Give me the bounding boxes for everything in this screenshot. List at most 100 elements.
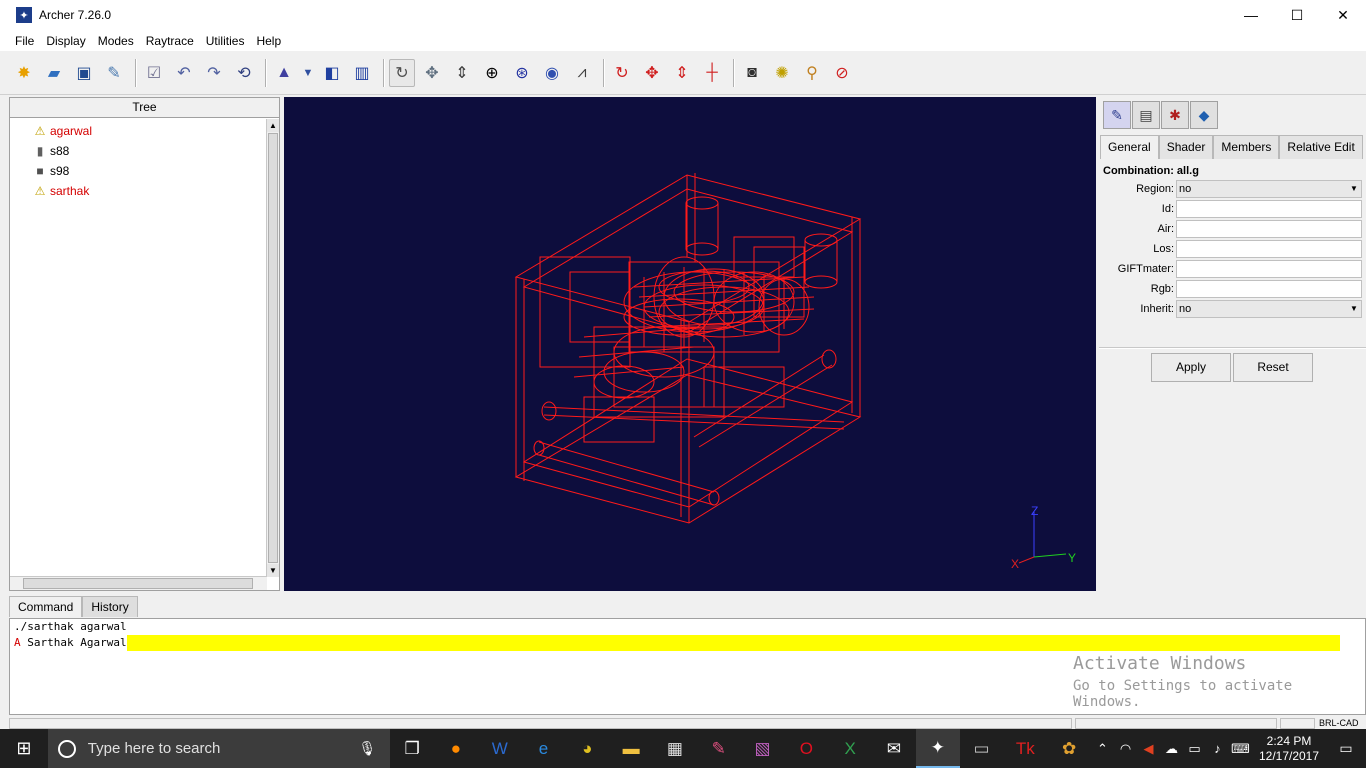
tab-command[interactable]: Command: [9, 596, 83, 617]
tree-item-s88[interactable]: ▮ s88: [10, 141, 267, 161]
word-icon[interactable]: W: [478, 729, 522, 768]
zoom-view-icon[interactable]: ⊛: [509, 59, 535, 87]
file-explorer-icon[interactable]: ▬: [609, 729, 653, 768]
keyboard-icon[interactable]: ⌨: [1229, 741, 1252, 757]
y-axis-label: Y: [1068, 551, 1076, 565]
check-icon[interactable]: ☑: [141, 59, 167, 87]
notes-icon[interactable]: ▧: [741, 729, 785, 768]
status-bar: BRL-CAD: [0, 716, 1366, 729]
tree-item-s98[interactable]: ■ s98: [10, 161, 267, 181]
pdf-reader-icon[interactable]: ✎: [697, 729, 741, 768]
tcl-icon[interactable]: Tk: [1003, 729, 1047, 768]
abort-icon[interactable]: ⊘: [829, 59, 855, 87]
open-file-icon[interactable]: ▰: [41, 59, 67, 87]
scroll-thumb[interactable]: [268, 133, 278, 563]
opera-icon[interactable]: O: [784, 729, 828, 768]
tree-item-sarthak[interactable]: ⚠ sarthak: [10, 181, 267, 201]
raytrace-camera-icon[interactable]: ◙: [739, 59, 765, 87]
scroll-up-icon[interactable]: ▲: [267, 119, 279, 132]
task-view-icon[interactable]: ❐: [390, 729, 434, 768]
rotate-view-icon[interactable]: ↻: [389, 58, 415, 87]
undo-icon[interactable]: ↶: [171, 59, 197, 87]
menu-display[interactable]: Display: [40, 34, 91, 48]
scale-view-icon[interactable]: ⇕: [449, 59, 475, 87]
excel-icon[interactable]: X: [828, 729, 872, 768]
taskbar-search[interactable]: Type here to search 🎙: [47, 729, 391, 768]
inherit-select[interactable]: no ▼: [1176, 300, 1362, 318]
menu-utilities[interactable]: Utilities: [200, 34, 251, 48]
clock-time: 2:24 PM: [1266, 733, 1312, 748]
window-title: Archer 7.26.0: [39, 8, 112, 22]
raise-window-icon[interactable]: ◧: [319, 59, 345, 87]
maximize-button[interactable]: ☐: [1274, 0, 1320, 30]
new-file-icon[interactable]: ✸: [11, 59, 37, 87]
region-select[interactable]: no ▼: [1176, 180, 1362, 198]
scroll-thumb[interactable]: [23, 578, 253, 589]
center-view-icon[interactable]: ⊕: [479, 59, 505, 87]
clean-broom-icon[interactable]: ⚲: [799, 59, 825, 87]
text-edit-icon[interactable]: ▤: [1132, 101, 1160, 129]
render-icon[interactable]: ✺: [769, 59, 795, 87]
region-value: no: [1179, 183, 1192, 195]
giftmater-input[interactable]: [1176, 260, 1362, 278]
wifi-icon[interactable]: ◠: [1114, 741, 1137, 757]
save-icon[interactable]: ▣: [71, 59, 97, 87]
reset-button[interactable]: Reset: [1233, 353, 1313, 382]
preferences-icon[interactable]: ✎: [101, 59, 127, 87]
volume-icon[interactable]: ◀: [1137, 741, 1160, 757]
firefox-icon[interactable]: ●: [434, 729, 478, 768]
minimize-button[interactable]: —: [1228, 0, 1274, 30]
translate-view-icon[interactable]: ✥: [419, 59, 445, 87]
mail-icon[interactable]: ✉: [872, 729, 916, 768]
chrome-icon[interactable]: ◕: [565, 729, 609, 768]
menu-file[interactable]: File: [9, 34, 40, 48]
redo-icon[interactable]: ↷: [201, 59, 227, 87]
menu-modes[interactable]: Modes: [92, 34, 140, 48]
measure-icon[interactable]: ⩘: [569, 59, 595, 87]
scale-object-icon[interactable]: ⇕: [669, 59, 695, 87]
rotate-object-icon[interactable]: ↻: [609, 59, 635, 87]
speaker-icon[interactable]: ♪: [1206, 741, 1229, 756]
tab-relative-edit[interactable]: Relative Edit: [1279, 135, 1363, 159]
edge-icon[interactable]: e: [522, 729, 566, 768]
command-console[interactable]: ./sarthak agarwal A Sarthak Agarwal Acti…: [9, 618, 1366, 715]
microphone-icon[interactable]: 🎙: [358, 740, 376, 757]
paint-icon[interactable]: ✿: [1047, 729, 1091, 768]
wizard-icon[interactable]: ▲: [271, 59, 297, 87]
tab-members[interactable]: Members: [1213, 135, 1280, 159]
center-object-icon[interactable]: ┼: [699, 59, 725, 87]
archer-taskbar-icon[interactable]: ✦: [915, 729, 960, 768]
rgb-input[interactable]: [1176, 280, 1362, 298]
clock[interactable]: 2:24 PM 12/17/2017: [1252, 734, 1326, 764]
tree-vertical-scrollbar[interactable]: ▲ ▼: [266, 119, 279, 577]
tab-shader[interactable]: Shader: [1158, 135, 1214, 159]
tree-horizontal-scrollbar[interactable]: [10, 576, 267, 590]
wireframe-icon[interactable]: ▥: [349, 59, 375, 87]
close-button[interactable]: ✕: [1320, 0, 1366, 30]
notification-icon[interactable]: ▭: [1326, 740, 1366, 757]
los-input[interactable]: [1176, 240, 1362, 258]
id-input[interactable]: [1176, 200, 1362, 218]
battery-icon[interactable]: ▭: [1183, 741, 1206, 757]
revert-icon[interactable]: ⟲: [231, 59, 257, 87]
chevron-up-icon[interactable]: ⌃: [1091, 741, 1114, 757]
dropdown-icon[interactable]: ▼: [301, 59, 315, 87]
graphics-viewport[interactable]: Z Y X: [284, 97, 1096, 591]
move-object-icon[interactable]: ✥: [639, 59, 665, 87]
tab-history[interactable]: History: [82, 596, 138, 617]
edit-object-icon[interactable]: ✎: [1103, 101, 1131, 129]
tools-icon[interactable]: ✱: [1161, 101, 1189, 129]
menu-raytrace[interactable]: Raytrace: [140, 34, 200, 48]
menu-help[interactable]: Help: [250, 34, 287, 48]
scroll-down-icon[interactable]: ▼: [267, 564, 279, 577]
tree-item-agarwal[interactable]: ⚠ agarwal: [10, 121, 267, 141]
layer-icon[interactable]: ◆: [1190, 101, 1218, 129]
view-cube-icon[interactable]: ◉: [539, 59, 565, 87]
tab-general[interactable]: General: [1100, 135, 1159, 159]
terminal-icon[interactable]: ▭: [960, 729, 1004, 768]
start-button[interactable]: ⊞: [0, 729, 48, 768]
cloud-icon[interactable]: ☁: [1160, 741, 1183, 757]
air-input[interactable]: [1176, 220, 1362, 238]
store-icon[interactable]: ▦: [653, 729, 697, 768]
apply-button[interactable]: Apply: [1151, 353, 1231, 382]
